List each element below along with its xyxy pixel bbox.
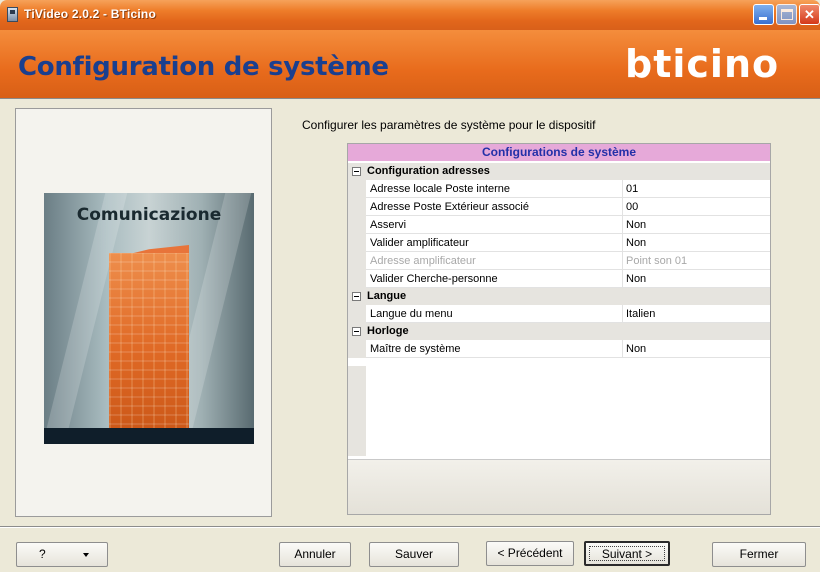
grid-gutter [348, 366, 366, 456]
grid-property-row[interactable]: Adresse Poste Extérieur associé 00 [348, 198, 770, 216]
property-name: Adresse locale Poste interne [370, 183, 511, 195]
row-gutter [348, 270, 366, 288]
app-icon [7, 7, 18, 22]
grid-rows: Configuration adresses Adresse locale Pos… [348, 163, 770, 358]
grid-property-row[interactable]: Langue du menu Italien [348, 305, 770, 323]
grid-title: Configurations de système [348, 144, 770, 161]
illustration-panel: Comunicazione [15, 108, 272, 517]
circuit-door-shape [109, 253, 189, 443]
next-button[interactable]: Suivant > [584, 541, 670, 566]
column-separator [622, 198, 623, 216]
minimize-icon [759, 17, 767, 20]
close-button[interactable]: Fermer [712, 542, 806, 567]
property-grid[interactable]: Configurations de système Configuration … [347, 143, 771, 515]
column-separator [622, 216, 623, 234]
property-value[interactable]: Non [626, 343, 646, 355]
property-name: Adresse Poste Extérieur associé [370, 201, 529, 213]
cancel-button[interactable]: Annuler [279, 542, 351, 567]
row-gutter [348, 340, 366, 358]
help-dropdown-button[interactable]: ? [16, 542, 108, 567]
close-icon: ✕ [804, 7, 815, 22]
column-separator [622, 270, 623, 288]
row-gutter [348, 305, 366, 323]
property-value: Point son 01 [626, 255, 688, 267]
grid-property-row[interactable]: Asservi Non [348, 216, 770, 234]
property-value[interactable]: Non [626, 219, 646, 231]
grid-category-row[interactable]: Configuration adresses [348, 163, 770, 180]
row-gutter [348, 234, 366, 252]
bticino-logo: bticino [625, 42, 780, 86]
category-label: Configuration adresses [367, 165, 490, 177]
collapse-icon[interactable] [352, 327, 361, 336]
grid-description-area [348, 459, 770, 514]
category-label: Langue [367, 290, 407, 302]
property-value[interactable]: 01 [626, 183, 638, 195]
dropdown-arrow-icon [83, 553, 89, 557]
grid-property-row[interactable]: Valider amplificateur Non [348, 234, 770, 252]
illustration-base-bar [44, 428, 254, 444]
footer-divider-highlight [0, 527, 820, 528]
help-label: ? [39, 547, 46, 561]
minimize-button[interactable] [753, 4, 774, 25]
next-button-label: Suivant > [601, 547, 653, 561]
property-value[interactable]: Non [626, 273, 646, 285]
column-separator [622, 252, 623, 270]
property-name: Adresse amplificateur [370, 255, 476, 267]
row-gutter [348, 180, 366, 198]
window-title: TiVideo 2.0.2 - BTicino [24, 7, 156, 21]
column-separator [622, 180, 623, 198]
category-label: Horloge [367, 325, 409, 337]
row-gutter [348, 198, 366, 216]
maximize-icon [781, 9, 793, 20]
property-name: Maître de système [370, 343, 461, 355]
row-gutter [348, 252, 366, 270]
grid-property-row[interactable]: Valider Cherche-personne Non [348, 270, 770, 288]
close-window-button[interactable]: ✕ [799, 4, 820, 25]
title-bar[interactable]: TiVideo 2.0.2 - BTicino ✕ [0, 0, 820, 30]
communication-illustration: Comunicazione [44, 193, 254, 444]
property-value[interactable]: Non [626, 237, 646, 249]
property-name: Langue du menu [370, 308, 453, 320]
grid-category-row[interactable]: Langue [348, 288, 770, 305]
header-divider [0, 98, 820, 99]
collapse-icon[interactable] [352, 167, 361, 176]
previous-button[interactable]: < Précédent [486, 541, 574, 566]
property-name: Asservi [370, 219, 407, 231]
grid-category-row[interactable]: Horloge [348, 323, 770, 340]
grid-property-row[interactable]: Maître de système Non [348, 340, 770, 358]
row-gutter [348, 216, 366, 234]
property-value[interactable]: Italien [626, 308, 655, 320]
illustration-label: Comunicazione [76, 205, 222, 225]
property-name: Valider Cherche-personne [370, 273, 498, 285]
maximize-button[interactable] [776, 4, 797, 25]
column-separator [622, 305, 623, 323]
column-separator [622, 340, 623, 358]
grid-property-row[interactable]: Adresse locale Poste interne 01 [348, 180, 770, 198]
property-name: Valider amplificateur [370, 237, 469, 249]
collapse-icon[interactable] [352, 292, 361, 301]
save-button[interactable]: Sauver [369, 542, 459, 567]
page-header: Configuration de système bticino [0, 30, 820, 98]
column-separator [622, 234, 623, 252]
row-separator [366, 357, 770, 358]
grid-property-row: Adresse amplificateur Point son 01 [348, 252, 770, 270]
page-description: Configurer les paramètres de système pou… [302, 118, 596, 132]
page-title: Configuration de système [18, 52, 389, 82]
property-value[interactable]: 00 [626, 201, 638, 213]
